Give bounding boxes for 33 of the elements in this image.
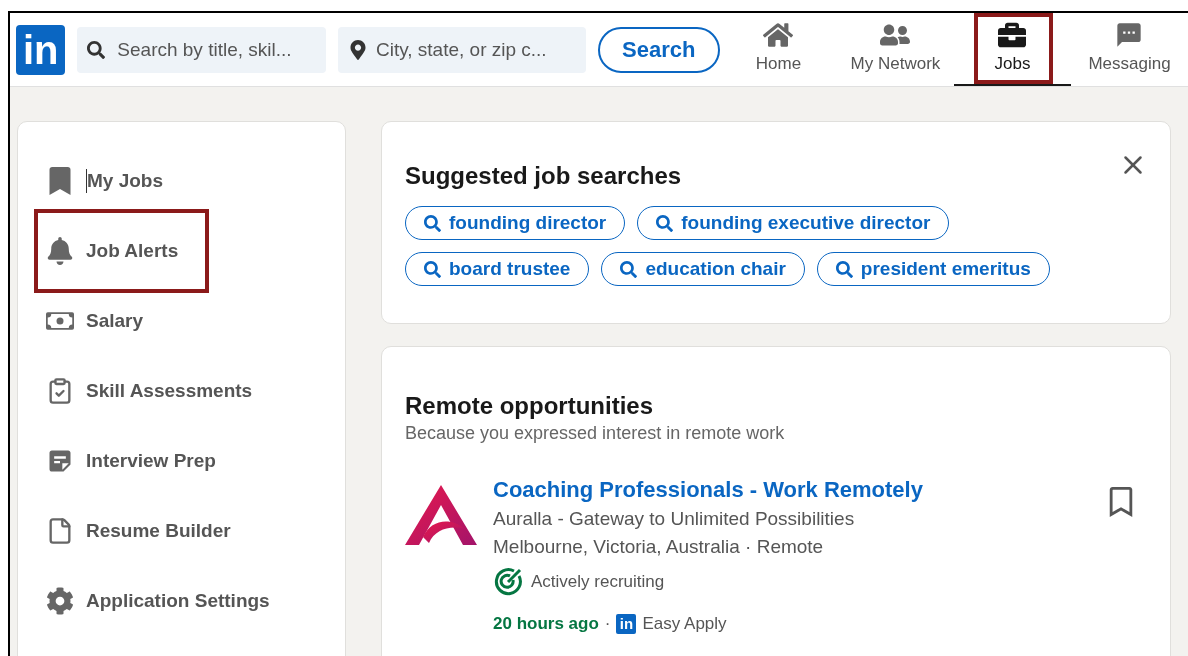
- card-title: Suggested job searches: [405, 161, 682, 191]
- search-icon: [424, 214, 441, 232]
- briefcase-icon: [997, 20, 1028, 49]
- search-button[interactable]: Search: [597, 26, 720, 73]
- nav-item[interactable]: My Network: [837, 13, 954, 86]
- nav-item[interactable]: Home: [720, 13, 837, 86]
- posted-time: 20 hours ago: [493, 613, 599, 635]
- gear-icon: [46, 587, 74, 615]
- search-icon: [87, 40, 106, 59]
- nav-item[interactable]: Messaging: [1071, 13, 1188, 86]
- search-field[interactable]: Search by title, skil...: [77, 26, 326, 73]
- map-pin-icon: [349, 39, 366, 60]
- search-icon: [424, 260, 441, 278]
- card-subtitle: Because you expressed interest in remote work: [405, 422, 786, 445]
- nav-item[interactable]: Jobs: [954, 13, 1071, 86]
- company-name: Auralla - Gateway to Unlimited Possibilities: [493, 507, 856, 531]
- logo[interactable]: in: [16, 24, 66, 75]
- bookmark-icon[interactable]: [1108, 487, 1134, 517]
- home-icon: [763, 20, 794, 49]
- target-icon: [493, 567, 523, 597]
- card-title: Remote opportunities: [405, 391, 654, 421]
- search-icon: [620, 260, 638, 278]
- recruiting-status: Actively recruiting: [531, 571, 665, 594]
- job-title-link[interactable]: Coaching Professionals - Work Remotely: [493, 475, 1108, 505]
- bell-icon: [46, 237, 74, 265]
- easy-apply-logo: in: [616, 613, 637, 634]
- easy-apply-label: Easy Apply: [642, 613, 727, 635]
- sidebar-item[interactable]: Job Alerts: [34, 209, 209, 293]
- search-icon: [656, 214, 674, 232]
- job-location: Melbourne, Victoria, Australia · Remote: [493, 535, 825, 559]
- separator: ·: [604, 613, 611, 635]
- location-field[interactable]: City, state, or zip c...: [337, 26, 586, 73]
- search-icon: [835, 260, 853, 278]
